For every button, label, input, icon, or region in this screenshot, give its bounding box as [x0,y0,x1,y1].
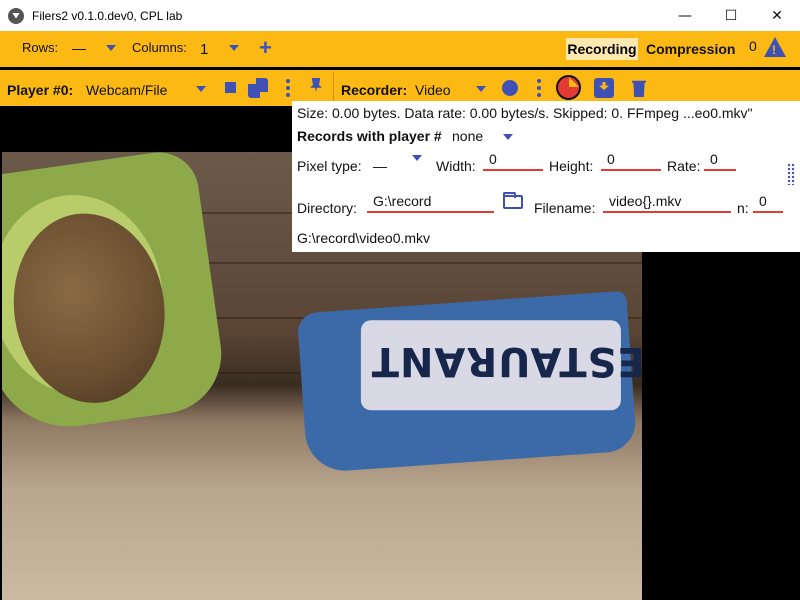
warning-mark: ! [772,43,776,57]
error-count: 0 [749,38,757,54]
download-arrow [599,82,609,90]
filename-label: Filename: [534,200,596,216]
recorder-menu-icon[interactable] [537,79,541,100]
player-label: Player #0: [7,82,74,98]
directory-input[interactable]: G:\record [367,193,494,213]
stop-icon[interactable] [225,82,236,93]
player-source-dropdown-icon[interactable] [196,86,206,92]
columns-label: Columns: [132,40,187,55]
video-header-strip [0,106,292,152]
recorder-label: Recorder: [341,82,408,98]
recording-tab[interactable]: Recording [566,38,638,60]
full-path: G:\record\video0.mkv [297,230,431,246]
close-button[interactable]: ✕ [754,0,800,31]
bag-text: RESTAURANT [370,338,642,385]
width-label: Width: [436,158,476,174]
records-with-player-value[interactable]: none [452,128,483,144]
player-source[interactable]: Webcam/File [86,82,167,98]
download-icon[interactable] [594,78,614,98]
pixel-type-value[interactable]: — [373,158,387,174]
record-icon[interactable] [502,80,518,96]
columns-value[interactable]: 1 [200,41,208,58]
add-icon[interactable]: + [259,37,272,59]
records-with-player-label: Records with player # [297,128,442,144]
recorder-status: Size: 0.00 bytes. Data rate: 0.00 bytes/… [297,105,753,121]
maximize-button[interactable]: ☐ [708,0,754,31]
rate-label: Rate: [667,158,701,174]
pixel-type-label: Pixel type: [297,158,362,174]
width-input[interactable]: 0 [483,151,543,171]
recording-indicator-icon [556,75,581,100]
rows-label: Rows: [22,40,59,55]
n-label: n: [737,200,749,216]
recorder-type-dropdown-icon[interactable] [476,86,486,92]
player-menu-icon[interactable] [286,79,290,100]
height-label: Height: [549,158,594,174]
window-title: Filers2 v0.1.0.dev0, CPL lab [32,8,183,23]
directory-label: Directory: [297,200,357,216]
chip-bag: RESTAURANT [296,290,642,474]
height-input[interactable]: 0 [601,151,661,171]
compression-tab[interactable]: Compression [646,41,735,57]
food-bowl [2,152,229,437]
records-dropdown-icon[interactable] [503,134,513,140]
delete-icon[interactable] [632,80,646,97]
title-bar: Filers2 v0.1.0.dev0, CPL lab — ☐ ✕ [0,0,800,31]
app-icon [8,7,24,24]
resize-handle[interactable] [787,163,795,185]
divider [333,72,334,104]
indicator-wedge [569,77,579,87]
n-input[interactable]: 0 [753,193,783,213]
minimize-button[interactable]: — [662,0,708,31]
filename-input[interactable]: video{}.mkv [603,193,731,213]
rows-value[interactable]: — [72,40,86,56]
recorder-type[interactable]: Video [415,82,451,98]
pixel-type-dropdown-icon[interactable] [412,155,422,161]
rows-dropdown-icon[interactable] [106,45,116,51]
folder-icon[interactable] [503,192,523,209]
columns-dropdown-icon[interactable] [229,45,239,51]
rate-input[interactable]: 0 [704,151,736,171]
